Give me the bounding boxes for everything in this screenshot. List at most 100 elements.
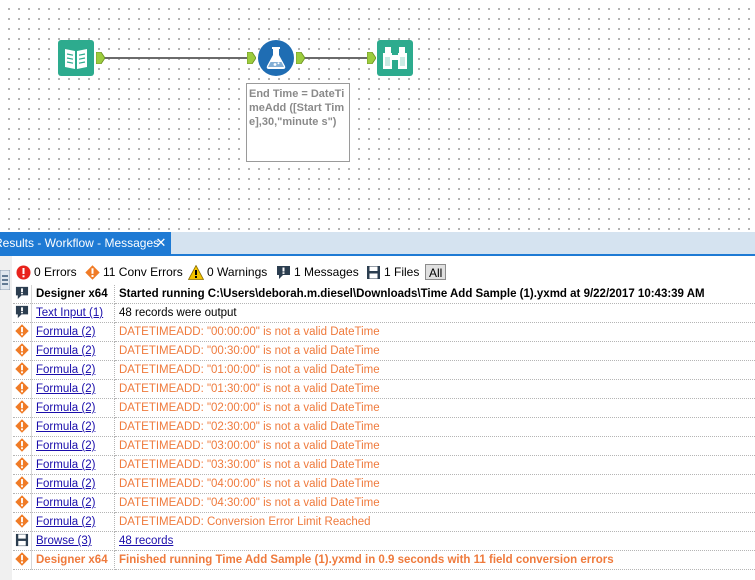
message-row[interactable]: Browse (3) 48 records	[13, 531, 755, 551]
message-row[interactable]: Formula (2) DATETIMEADD: "00:00:00" is no…	[13, 322, 755, 342]
connection-line	[304, 57, 372, 59]
tool-link[interactable]: Formula (2)	[36, 345, 95, 357]
message-tool-cell[interactable]: Formula (2)	[31, 493, 115, 513]
results-tab-bar: Results - Workflow - Messages ✕	[0, 232, 755, 256]
conversion-error-icon	[15, 551, 29, 566]
conversion-error-icon	[15, 437, 29, 452]
workflow-canvas[interactable]: End Time = DateTimeAdd ([Start Time],30,…	[0, 0, 755, 232]
conversion-error-icon	[15, 361, 29, 376]
message-row[interactable]: Designer x64 Started running C:\Users\deb…	[13, 285, 755, 304]
message-tool-cell[interactable]: Formula (2)	[31, 436, 115, 456]
conversion-error-icon	[15, 513, 29, 528]
tool-link[interactable]: Formula (2)	[36, 478, 95, 490]
close-icon[interactable]: ✕	[154, 232, 168, 254]
message-tool-cell[interactable]: Formula (2)	[31, 512, 115, 532]
message-text-cell: DATETIMEADD: "03:00:00" is not a valid D…	[114, 436, 755, 456]
conversion-error-icon	[15, 342, 29, 357]
message-text-cell: DATETIMEADD: "03:30:00" is not a valid D…	[114, 455, 755, 475]
input-anchor[interactable]	[247, 52, 256, 64]
tool-link[interactable]: Browse (3)	[36, 535, 92, 547]
message-row[interactable]: Formula (2) DATETIMEADD: "01:00:00" is no…	[13, 360, 755, 380]
save-icon	[15, 533, 29, 546]
conversion-error-icon	[15, 456, 29, 471]
message-row[interactable]: Formula (2) DATETIMEADD: "04:00:00" is no…	[13, 474, 755, 494]
tool-link[interactable]: Formula (2)	[36, 516, 95, 528]
message-icon	[277, 265, 290, 279]
output-anchor[interactable]	[296, 52, 305, 64]
message-text-cell: DATETIMEADD: "02:00:00" is not a valid D…	[114, 398, 755, 418]
message-row[interactable]: Formula (2) DATETIMEADD: "03:30:00" is no…	[13, 455, 755, 475]
message-text: DATETIMEADD: "02:30:00" is not a valid D…	[119, 421, 380, 433]
message-text-cell: DATETIMEADD: "04:00:00" is not a valid D…	[114, 474, 755, 494]
message-text-cell: Started running C:\Users\deborah.m.diese…	[114, 285, 755, 304]
message-type-cell	[13, 436, 32, 456]
message-row[interactable]: Formula (2) DATETIMEADD: "02:30:00" is no…	[13, 417, 755, 437]
flask-icon	[258, 40, 294, 76]
message-tool-cell[interactable]: Formula (2)	[31, 341, 115, 361]
message-tool-cell[interactable]: Text Input (1)	[31, 303, 115, 323]
filter-errors-label: 0 Errors	[34, 265, 77, 279]
text-input-tool[interactable]	[58, 40, 94, 76]
filter-warnings[interactable]: 0 Warnings	[188, 262, 267, 282]
conversion-error-icon	[15, 475, 29, 490]
message-filter-bar: 0 Errors 11 Conv Errors 0 Warnings 1 Mes…	[14, 262, 754, 282]
message-row[interactable]: Formula (2) DATETIMEADD: "00:30:00" is no…	[13, 341, 755, 361]
message-text-cell: DATETIMEADD: "02:30:00" is not a valid D…	[114, 417, 755, 437]
filter-conv-errors[interactable]: 11 Conv Errors	[85, 262, 183, 282]
tool-link[interactable]: Formula (2)	[36, 497, 95, 509]
connection-line	[104, 57, 248, 59]
message-type-cell	[13, 417, 32, 437]
browse-tool[interactable]	[377, 40, 413, 76]
message-tool-cell[interactable]: Formula (2)	[31, 379, 115, 399]
filter-all-button[interactable]: All	[425, 264, 447, 280]
messages-table: Designer x64 Started running C:\Users\deb…	[13, 285, 755, 570]
message-row[interactable]: Formula (2) DATETIMEADD: "04:30:00" is no…	[13, 493, 755, 513]
formula-tool[interactable]	[257, 39, 295, 77]
tool-link[interactable]: Formula (2)	[36, 440, 95, 452]
tab-results-messages[interactable]: Results - Workflow - Messages ✕	[0, 232, 171, 254]
message-row[interactable]: Formula (2) DATETIMEADD: "02:00:00" is no…	[13, 398, 755, 418]
tool-link[interactable]: Formula (2)	[36, 364, 95, 376]
tool-link[interactable]: Formula (2)	[36, 459, 95, 471]
tool-link[interactable]: Text Input (1)	[36, 307, 103, 319]
warning-icon	[188, 264, 204, 280]
message-row[interactable]: Designer x64 Finished running Time Add Sa…	[13, 550, 755, 570]
results-panel: 0 Errors 11 Conv Errors 0 Warnings 1 Mes…	[0, 256, 755, 580]
message-tool-cell[interactable]: Browse (3)	[31, 531, 115, 551]
message-text: DATETIMEADD: "00:00:00" is not a valid D…	[119, 326, 380, 338]
message-text-cell[interactable]: 48 records	[114, 531, 755, 551]
message-row[interactable]: Text Input (1) 48 records were output	[13, 303, 755, 323]
tool-link[interactable]: Formula (2)	[36, 326, 95, 338]
tool-link[interactable]: Formula (2)	[36, 402, 95, 414]
filter-files[interactable]: 1 Files	[366, 262, 419, 282]
filter-messages-label: 1 Messages	[294, 265, 359, 279]
filter-messages[interactable]: 1 Messages	[276, 262, 359, 282]
message-tool-cell[interactable]: Formula (2)	[31, 322, 115, 342]
message-type-cell	[13, 493, 32, 513]
filter-warnings-label: 0 Warnings	[207, 265, 268, 279]
message-tool-cell[interactable]: Formula (2)	[31, 474, 115, 494]
message-row[interactable]: Formula (2) DATETIMEADD: Conversion Error…	[13, 512, 755, 532]
message-tool-cell[interactable]: Formula (2)	[31, 360, 115, 380]
conversion-error-icon	[15, 494, 29, 509]
tool-link[interactable]: Formula (2)	[36, 383, 95, 395]
tool-link[interactable]: Formula (2)	[36, 421, 95, 433]
message-tool-cell[interactable]: Formula (2)	[31, 398, 115, 418]
message-tool-cell[interactable]: Formula (2)	[31, 455, 115, 475]
message-tool-cell: Designer x64	[31, 285, 115, 304]
message-row[interactable]: Formula (2) DATETIMEADD: "01:30:00" is no…	[13, 379, 755, 399]
message-link[interactable]: 48 records	[119, 535, 173, 547]
menu-icon[interactable]	[0, 270, 10, 290]
conversion-error-icon	[15, 399, 29, 414]
filter-errors[interactable]: 0 Errors	[16, 262, 77, 282]
message-type-cell	[13, 322, 32, 342]
error-icon	[16, 265, 31, 279]
input-anchor[interactable]	[367, 52, 376, 64]
filter-conv-errors-label: 11 Conv Errors	[103, 265, 183, 279]
message-type-cell	[13, 455, 32, 475]
message-tool-cell[interactable]: Formula (2)	[31, 417, 115, 437]
message-text: DATETIMEADD: "01:00:00" is not a valid D…	[119, 364, 380, 376]
output-anchor[interactable]	[96, 52, 105, 64]
tool-name: Designer x64	[36, 554, 108, 566]
message-row[interactable]: Formula (2) DATETIMEADD: "03:00:00" is no…	[13, 436, 755, 456]
